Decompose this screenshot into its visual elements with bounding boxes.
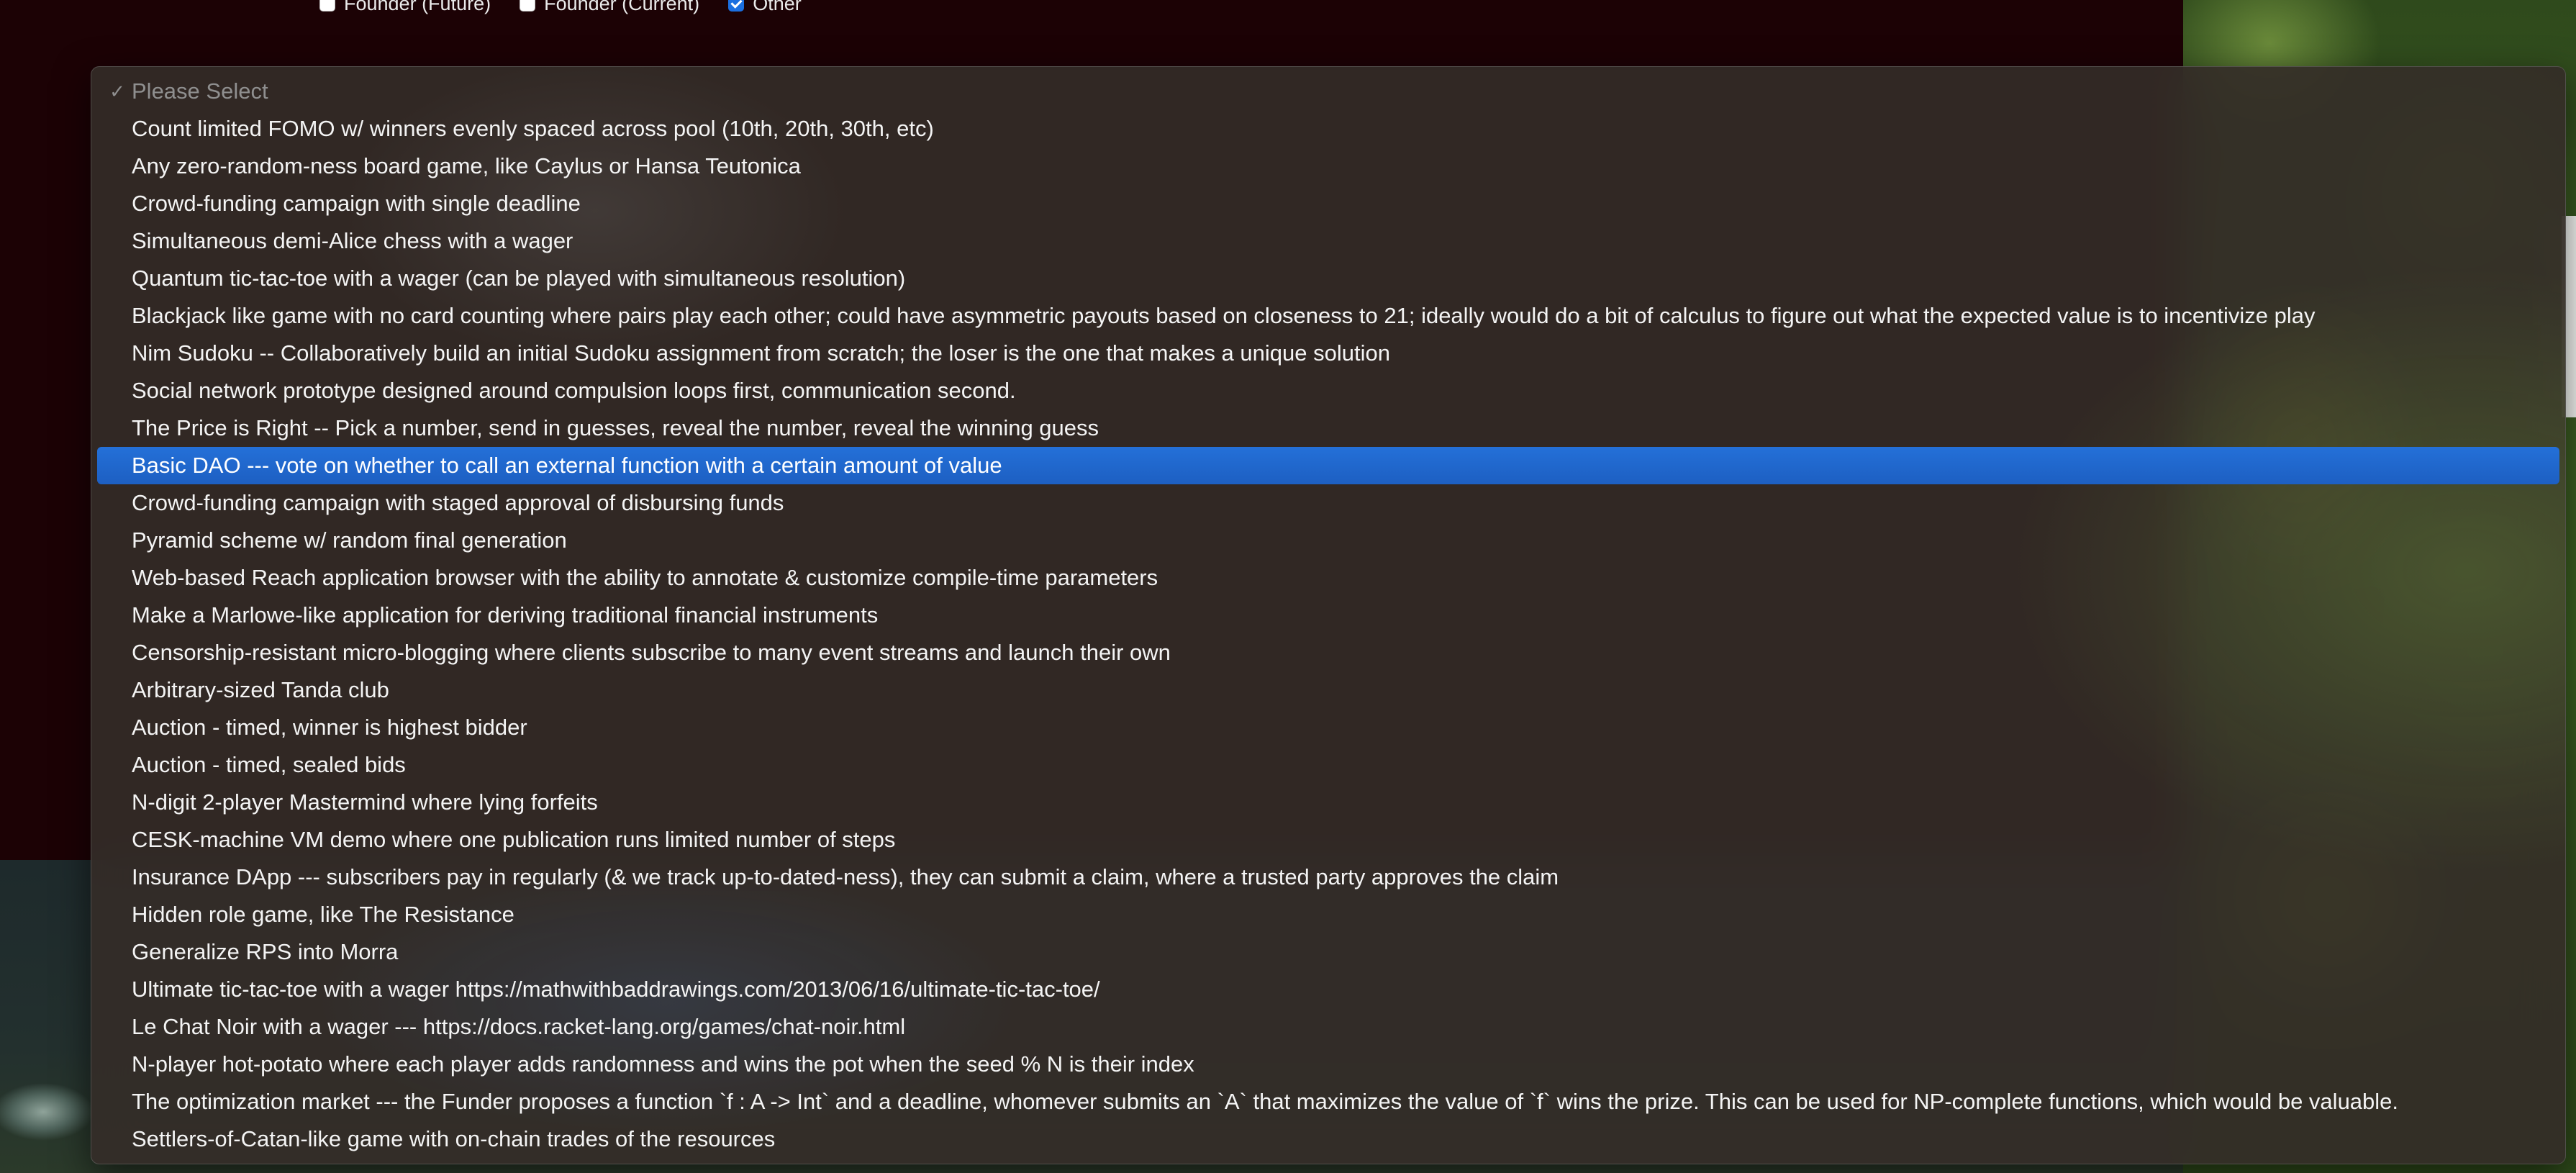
dropdown-option-label: Auction - timed, sealed bids bbox=[132, 752, 406, 777]
dropdown-option[interactable]: Le Chat Noir with a wager --- https://do… bbox=[97, 1008, 2559, 1046]
dropdown-option-label: Hidden role game, like The Resistance bbox=[132, 902, 514, 927]
checkbox-founder-future[interactable]: Founder (Future) bbox=[319, 0, 491, 15]
dropdown-option[interactable]: Auction - timed, sealed bids bbox=[97, 746, 2559, 784]
dropdown-option-placeholder[interactable]: ✓ Please Select bbox=[97, 73, 2559, 110]
checkbox-label: Founder (Current) bbox=[544, 0, 700, 14]
dropdown-option-label: Le Chat Noir with a wager --- https://do… bbox=[132, 1014, 906, 1039]
dropdown-option[interactable]: Insurance DApp --- subscribers pay in re… bbox=[97, 859, 2559, 896]
dropdown-option[interactable]: The optimization market --- the Funder p… bbox=[97, 1083, 2559, 1120]
dropdown-option-label: Any zero-random-ness board game, like Ca… bbox=[132, 153, 801, 178]
dropdown-option[interactable]: The Price is Right -- Pick a number, sen… bbox=[97, 409, 2559, 447]
dropdown-option-label: Auction - timed, winner is highest bidde… bbox=[132, 715, 527, 740]
dropdown-option-label: Ultimate tic-tac-toe with a wager https:… bbox=[132, 977, 1100, 1002]
dropdown-option[interactable]: Any zero-random-ness board game, like Ca… bbox=[97, 148, 2559, 185]
checkbox-label: Other bbox=[753, 0, 802, 14]
dropdown-option-label: Generalize RPS into Morra bbox=[132, 939, 399, 964]
dropdown-option-list: ✓ Please Select Count limited FOMO w/ winn… bbox=[91, 73, 2565, 1158]
dropdown-option-label: Simultaneous demi-Alice chess with a wag… bbox=[132, 228, 573, 253]
dropdown-option[interactable]: N-digit 2-player Mastermind where lying … bbox=[97, 784, 2559, 821]
background-decoration-image bbox=[0, 1076, 94, 1144]
dropdown-option[interactable]: Crowd-funding campaign with single deadl… bbox=[97, 185, 2559, 222]
dropdown-option-label: Pyramid scheme w/ random final generatio… bbox=[132, 527, 567, 553]
dropdown-option[interactable]: Settlers-of-Catan-like game with on-chai… bbox=[97, 1120, 2559, 1158]
select-dropdown-popup[interactable]: ✓ Please Select Count limited FOMO w/ winn… bbox=[91, 66, 2566, 1164]
dropdown-option-label: Count limited FOMO w/ winners evenly spa… bbox=[132, 116, 934, 141]
checkbox-label: Founder (Future) bbox=[344, 0, 491, 14]
dropdown-option-highlighted[interactable]: Basic DAO --- vote on whether to call an… bbox=[97, 447, 2559, 484]
dropdown-option-label: Quantum tic-tac-toe with a wager (can be… bbox=[132, 266, 906, 291]
dropdown-option[interactable]: Count limited FOMO w/ winners evenly spa… bbox=[97, 110, 2559, 148]
dropdown-option[interactable]: Nim Sudoku -- Collaboratively build an i… bbox=[97, 335, 2559, 372]
checkmark-icon: ✓ bbox=[109, 81, 125, 102]
checkbox-founder-current[interactable]: Founder (Current) bbox=[520, 0, 699, 15]
dropdown-option[interactable]: Arbitrary-sized Tanda club bbox=[97, 671, 2559, 709]
dropdown-option-label: Censorship-resistant micro-blogging wher… bbox=[132, 640, 1171, 665]
dropdown-option[interactable]: Crowd-funding campaign with staged appro… bbox=[97, 484, 2559, 522]
dropdown-option[interactable]: CESK-machine VM demo where one publicati… bbox=[97, 821, 2559, 859]
dropdown-option-label: Arbitrary-sized Tanda club bbox=[132, 677, 389, 702]
checkbox-box-checked[interactable] bbox=[728, 0, 745, 12]
dropdown-option-label: Please Select bbox=[132, 78, 268, 104]
dropdown-option-label: Social network prototype designed around… bbox=[132, 378, 1016, 403]
checkbox-box[interactable] bbox=[520, 0, 536, 12]
dropdown-option-label: Web-based Reach application browser with… bbox=[132, 565, 1158, 590]
dropdown-option-label: The Price is Right -- Pick a number, sen… bbox=[132, 415, 1099, 440]
dropdown-option-label: Blackjack like game with no card countin… bbox=[132, 303, 2316, 328]
dropdown-option-label: Settlers-of-Catan-like game with on-chai… bbox=[132, 1126, 776, 1151]
dropdown-option[interactable]: Ultimate tic-tac-toe with a wager https:… bbox=[97, 971, 2559, 1008]
dropdown-option-label: N-player hot-potato where each player ad… bbox=[132, 1051, 1194, 1077]
dropdown-option-label: Crowd-funding campaign with single deadl… bbox=[132, 191, 581, 216]
dropdown-option[interactable]: Censorship-resistant micro-blogging wher… bbox=[97, 634, 2559, 671]
dropdown-option[interactable]: Blackjack like game with no card countin… bbox=[97, 297, 2559, 335]
dropdown-option-label: Crowd-funding campaign with staged appro… bbox=[132, 490, 784, 515]
checkbox-other[interactable]: Other bbox=[728, 0, 802, 15]
checkbox-box[interactable] bbox=[319, 0, 335, 12]
dropdown-option[interactable]: Hidden role game, like The Resistance bbox=[97, 896, 2559, 933]
dropdown-option-label: N-digit 2-player Mastermind where lying … bbox=[132, 789, 598, 815]
dropdown-option-label: Basic DAO --- vote on whether to call an… bbox=[132, 453, 1002, 478]
dropdown-option[interactable]: Quantum tic-tac-toe with a wager (can be… bbox=[97, 260, 2559, 297]
dropdown-option-label: Insurance DApp --- subscribers pay in re… bbox=[132, 864, 1559, 889]
dropdown-option-label: Nim Sudoku -- Collaboratively build an i… bbox=[132, 340, 1390, 366]
dropdown-option-label: The optimization market --- the Funder p… bbox=[132, 1089, 2399, 1114]
dropdown-option[interactable]: Generalize RPS into Morra bbox=[97, 933, 2559, 971]
dropdown-option[interactable]: Social network prototype designed around… bbox=[97, 372, 2559, 409]
dropdown-option[interactable]: Web-based Reach application browser with… bbox=[97, 559, 2559, 597]
dropdown-option[interactable]: Auction - timed, winner is highest bidde… bbox=[97, 709, 2559, 746]
dropdown-option[interactable]: N-player hot-potato where each player ad… bbox=[97, 1046, 2559, 1083]
dropdown-option-label: Make a Marlowe-like application for deri… bbox=[132, 602, 879, 628]
dropdown-option[interactable]: Make a Marlowe-like application for deri… bbox=[97, 597, 2559, 634]
dropdown-option[interactable]: Pyramid scheme w/ random final generatio… bbox=[97, 522, 2559, 559]
dropdown-option[interactable]: Simultaneous demi-Alice chess with a wag… bbox=[97, 222, 2559, 260]
dropdown-option-label: CESK-machine VM demo where one publicati… bbox=[132, 827, 896, 852]
role-checkbox-group: Founder (Future) Founder (Current) Other bbox=[319, 0, 830, 14]
